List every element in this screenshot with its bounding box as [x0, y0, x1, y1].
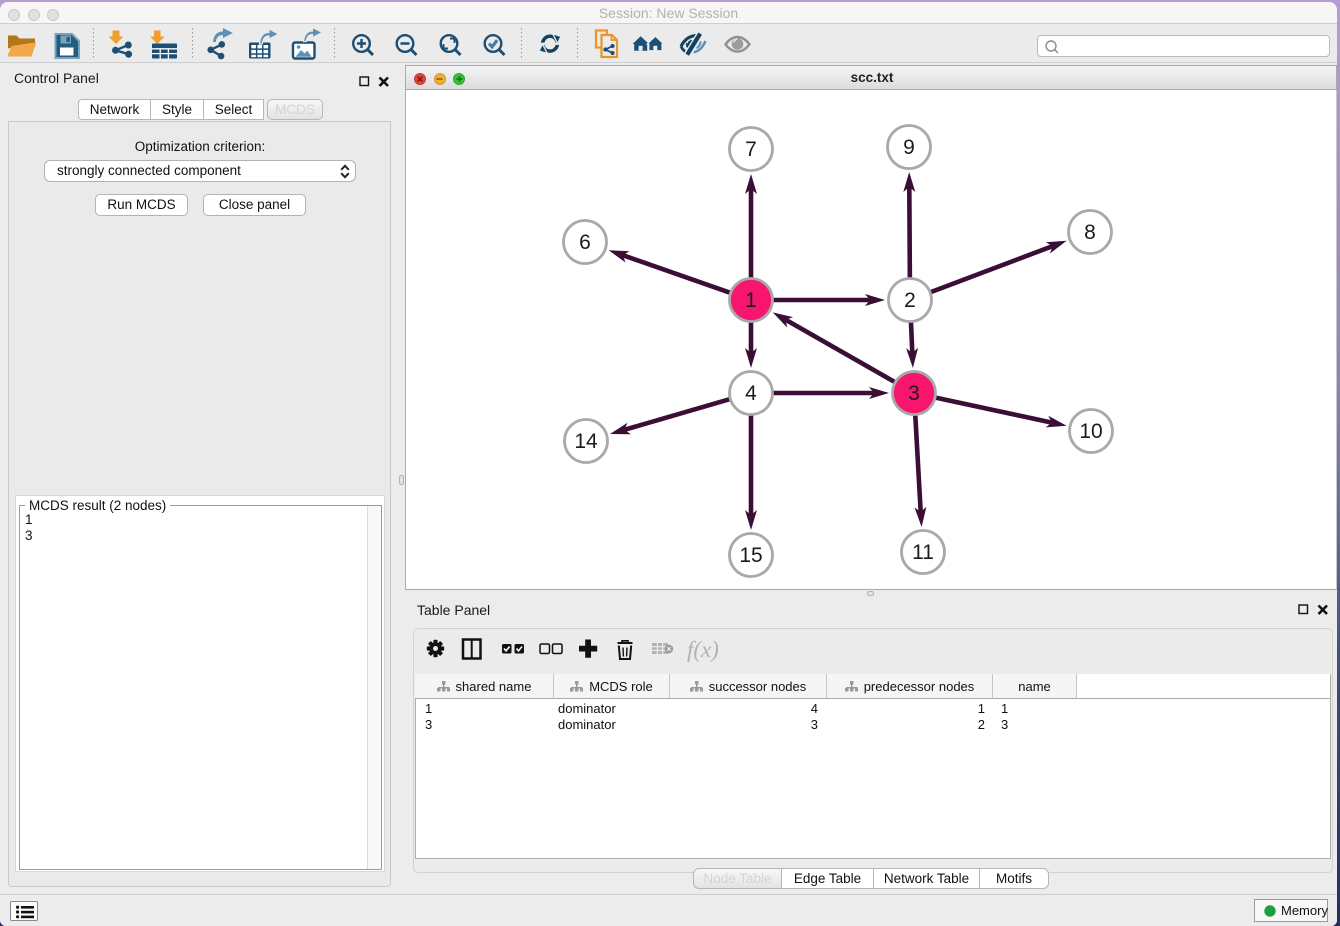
svg-text:9: 9: [903, 136, 915, 159]
svg-text:3: 3: [908, 382, 920, 405]
svg-text:6: 6: [579, 231, 591, 254]
svg-text:2: 2: [904, 289, 916, 312]
svg-text:4: 4: [745, 382, 757, 405]
svg-text:14: 14: [574, 430, 598, 453]
svg-text:f(x): f(x): [687, 637, 719, 662]
svg-text:1: 1: [745, 289, 757, 312]
svg-text:15: 15: [739, 544, 762, 567]
svg-text:7: 7: [745, 138, 757, 161]
svg-text:8: 8: [1084, 221, 1096, 244]
svg-text:10: 10: [1079, 420, 1102, 443]
svg-text:11: 11: [912, 541, 934, 564]
